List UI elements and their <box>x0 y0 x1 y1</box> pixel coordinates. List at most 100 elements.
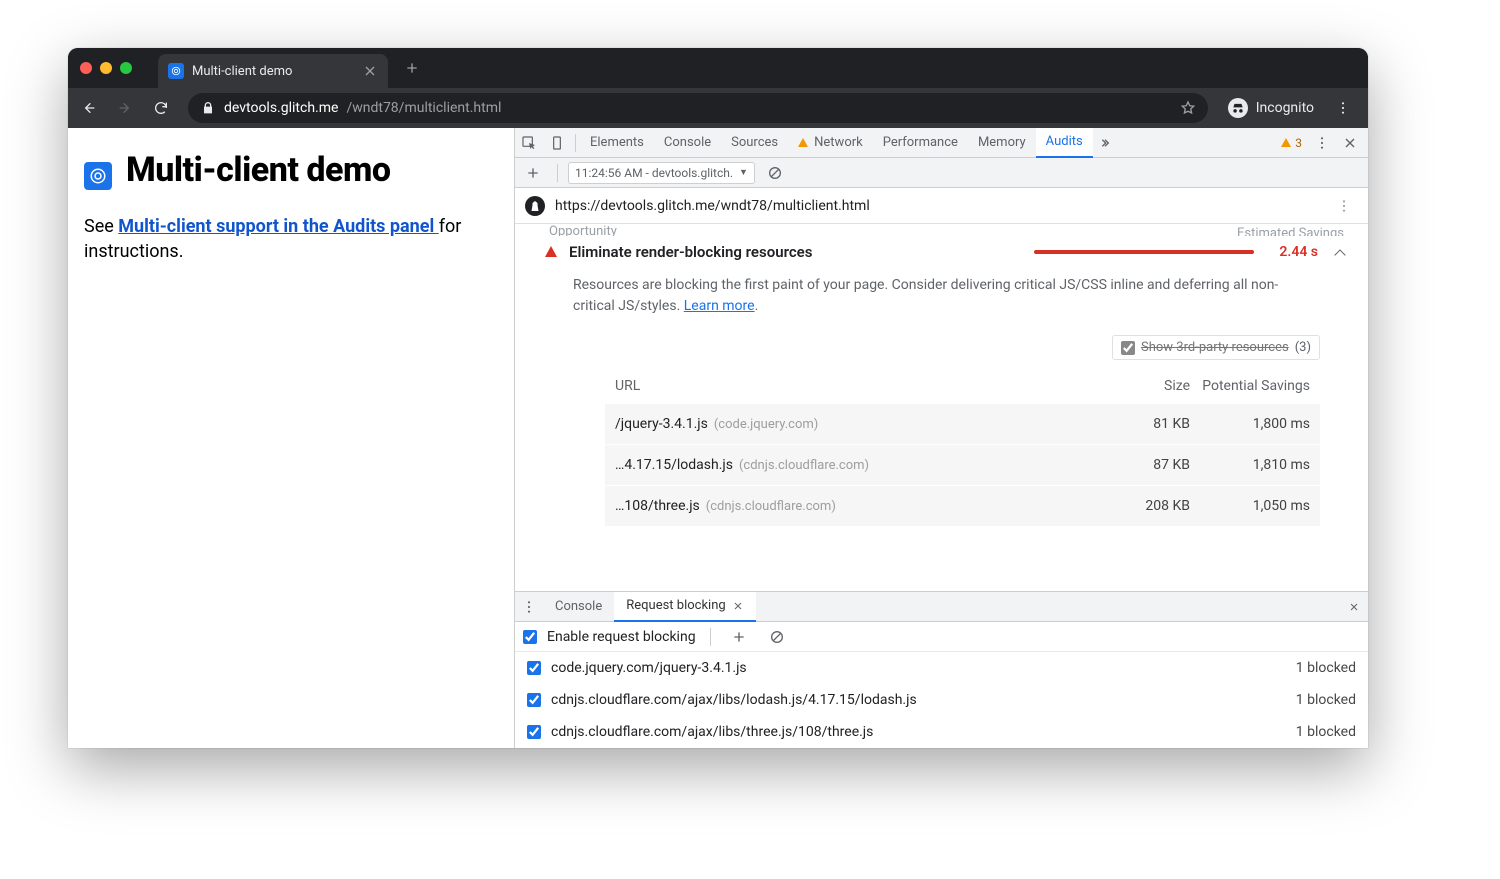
audit-menu-icon[interactable] <box>1330 192 1358 220</box>
audit-run-select[interactable]: 11:24:56 AM - devtools.glitch. ▼ <box>568 162 755 184</box>
audit-desc-text: Resources are blocking the first paint o… <box>573 277 1278 314</box>
drawer-menu-icon[interactable] <box>515 593 543 621</box>
row-domain: (cdnjs.cloudflare.com) <box>706 499 836 514</box>
row-path: …108/three.js <box>615 498 700 514</box>
fail-triangle-icon <box>545 246 557 257</box>
pattern-checkbox[interactable] <box>527 693 541 707</box>
tab-sources[interactable]: Sources <box>721 128 788 158</box>
list-item[interactable]: code.jquery.com/jquery-3.4.1.js 1 blocke… <box>515 652 1368 684</box>
opportunity-header: Opportunity Estimated Savings <box>515 224 1368 236</box>
tab-elements[interactable]: Elements <box>580 128 654 158</box>
blocked-count-label: 1 blocked <box>1296 692 1356 708</box>
inspect-element-icon[interactable] <box>515 129 543 157</box>
page-logo-icon <box>84 162 112 190</box>
lock-icon <box>200 100 216 116</box>
page-heading: Multi-client demo <box>126 150 391 190</box>
row-domain: (cdnjs.cloudflare.com) <box>739 458 869 473</box>
audited-url: https://devtools.glitch.me/wndt78/multic… <box>555 198 870 214</box>
url-host: devtools.glitch.me <box>224 100 338 116</box>
blocked-count-label: 1 blocked <box>1296 660 1356 676</box>
window-minimize-icon[interactable] <box>100 62 112 74</box>
tab-memory[interactable]: Memory <box>968 128 1036 158</box>
bookmark-star-icon[interactable] <box>1180 100 1196 116</box>
row-domain: (code.jquery.com) <box>714 417 818 432</box>
tab-audits[interactable]: Audits <box>1036 128 1093 158</box>
audit-savings-time: 2.44 s <box>1266 244 1318 260</box>
estimated-savings-label: Estimated Savings <box>1237 226 1344 230</box>
row-size: 87 KB <box>1100 457 1190 473</box>
incognito-indicator[interactable]: Incognito <box>1220 98 1322 118</box>
tab-close-icon[interactable] <box>362 63 378 79</box>
drawer-tab-console[interactable]: Console <box>543 592 614 622</box>
browser-menu-button[interactable] <box>1328 93 1358 123</box>
blocked-count-label: 1 blocked <box>1296 724 1356 740</box>
list-item[interactable]: cdnjs.cloudflare.com/ajax/libs/three.js/… <box>515 716 1368 748</box>
third-party-checkbox[interactable] <box>1121 341 1135 355</box>
audit-eliminate-render-blocking: Eliminate render-blocking resources 2.44… <box>515 236 1368 532</box>
incognito-label: Incognito <box>1256 100 1314 116</box>
warnings-counter[interactable]: 3 <box>1275 136 1308 150</box>
enable-request-blocking-label: Enable request blocking <box>547 629 696 645</box>
pattern-checkbox[interactable] <box>527 725 541 739</box>
favicon-icon <box>168 63 184 79</box>
window-zoom-icon[interactable] <box>120 62 132 74</box>
address-bar: devtools.glitch.me/wndt78/multiclient.ht… <box>68 88 1368 128</box>
audits-toolbar: 11:24:56 AM - devtools.glitch. ▼ <box>515 158 1368 188</box>
row-size: 81 KB <box>1100 416 1190 432</box>
close-icon[interactable] <box>732 600 744 612</box>
tab-performance[interactable]: Performance <box>873 128 968 158</box>
warnings-count-label: 3 <box>1295 136 1302 150</box>
window-close-icon[interactable] <box>80 62 92 74</box>
drawer-tab-request-blocking[interactable]: Request blocking <box>614 592 755 622</box>
learn-more-link[interactable]: Learn more <box>684 298 755 314</box>
table-row[interactable]: /jquery-3.4.1.js(code.jquery.com) 81 KB … <box>605 403 1320 444</box>
table-row[interactable]: …108/three.js (cdnjs.cloudflare.com) 208 … <box>605 485 1320 526</box>
tab-console[interactable]: Console <box>654 128 721 158</box>
table-header: URL Size Potential Savings <box>605 370 1320 403</box>
devtools-drawer: Console Request blocking Enable request … <box>515 591 1368 748</box>
add-audit-button[interactable] <box>519 159 547 187</box>
blocked-patterns-list: code.jquery.com/jquery-3.4.1.js 1 blocke… <box>515 652 1368 748</box>
audit-table: URL Size Potential Savings /jquery-3.4.1… <box>605 370 1320 526</box>
clear-patterns-icon[interactable] <box>763 623 791 651</box>
lighthouse-icon <box>525 196 545 216</box>
tab-network[interactable]: Network <box>788 128 873 158</box>
tabs-overflow-icon[interactable] <box>1093 129 1121 157</box>
savings-bar <box>1034 250 1254 254</box>
nav-reload-button[interactable] <box>146 93 176 123</box>
devtools-settings-icon[interactable] <box>1308 129 1336 157</box>
row-savings: 1,800 ms <box>1190 416 1310 432</box>
chevron-up-icon[interactable] <box>1330 242 1344 261</box>
devtools-close-icon[interactable] <box>1336 129 1364 157</box>
new-tab-button[interactable] <box>398 54 426 82</box>
omnibox[interactable]: devtools.glitch.me/wndt78/multiclient.ht… <box>188 93 1208 123</box>
content-area: Multi-client demo See Multi-client suppo… <box>68 128 1368 748</box>
row-path: …4.17.15/lodash.js <box>615 457 733 473</box>
audit-desc-tail: . <box>755 298 759 314</box>
url-path: /wndt78/multiclient.html <box>346 100 501 116</box>
add-pattern-icon[interactable] <box>725 623 753 651</box>
nav-forward-button[interactable] <box>110 93 140 123</box>
col-url: URL <box>615 378 1100 394</box>
table-row[interactable]: …4.17.15/lodash.js (cdnjs.cloudflare.com)… <box>605 444 1320 485</box>
rendered-page: Multi-client demo See Multi-client suppo… <box>68 128 514 748</box>
third-party-toggle[interactable]: Show 3rd-party resources (3) <box>1112 335 1320 360</box>
separator <box>557 164 558 182</box>
separator <box>710 628 711 646</box>
tab-title: Multi-client demo <box>192 64 292 79</box>
clear-audits-icon[interactable] <box>761 159 789 187</box>
pattern-text: code.jquery.com/jquery-3.4.1.js <box>551 660 747 676</box>
audit-body: Opportunity Estimated Savings Eliminate … <box>515 224 1368 591</box>
list-item[interactable]: cdnjs.cloudflare.com/ajax/libs/lodash.js… <box>515 684 1368 716</box>
pattern-checkbox[interactable] <box>527 661 541 675</box>
page-link[interactable]: Multi-client support in the Audits panel <box>118 216 438 237</box>
device-toolbar-icon[interactable] <box>543 129 571 157</box>
enable-request-blocking-checkbox[interactable] <box>523 630 537 644</box>
row-size: 208 KB <box>1100 498 1190 514</box>
audit-header[interactable]: Eliminate render-blocking resources 2.44… <box>545 242 1344 261</box>
browser-tab[interactable]: Multi-client demo <box>158 54 388 88</box>
tab-network-label: Network <box>814 135 863 150</box>
nav-back-button[interactable] <box>74 93 104 123</box>
devtools-tabbar: Elements Console Sources Network Perform… <box>515 128 1368 158</box>
drawer-close-icon[interactable] <box>1340 593 1368 621</box>
